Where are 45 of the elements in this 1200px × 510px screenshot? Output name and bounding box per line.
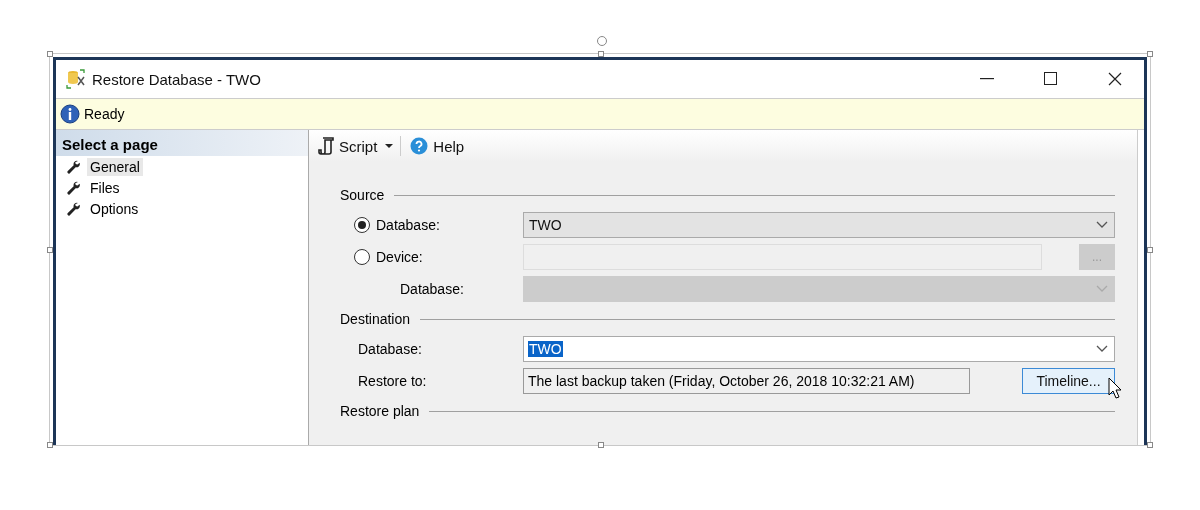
sidebar-item[interactable]: Options	[87, 199, 142, 218]
wrench-icon	[66, 159, 81, 174]
radio-button[interactable]	[354, 217, 370, 233]
resize-handle[interactable]	[47, 442, 53, 448]
rotate-handle[interactable]	[597, 36, 607, 46]
field-label: Restore to:	[358, 373, 427, 389]
minimize-icon	[980, 78, 994, 80]
window-title: Restore Database - TWO	[92, 70, 262, 88]
script-button[interactable]: Script	[315, 135, 381, 157]
database-restore-icon	[66, 69, 86, 89]
sidebar-item[interactable]: Files	[87, 178, 123, 197]
resize-handle[interactable]	[598, 51, 604, 57]
chevron-down-icon	[1096, 221, 1108, 229]
wrench-icon	[66, 201, 81, 216]
field-label: Database:	[376, 217, 440, 233]
resize-handle[interactable]	[47, 51, 53, 57]
info-icon	[60, 104, 80, 124]
section-title: Destination	[340, 311, 411, 327]
help-button[interactable]: Help	[407, 135, 468, 157]
maximize-icon	[1044, 72, 1058, 86]
status-text: Ready	[84, 106, 125, 122]
resize-handle[interactable]	[598, 442, 604, 448]
dropdown[interactable]: TWO	[523, 212, 1115, 238]
script-icon	[318, 137, 334, 155]
field-label: Database:	[400, 281, 464, 297]
radio-button[interactable]	[354, 249, 370, 265]
close-icon	[1108, 72, 1122, 86]
field-label: Database:	[358, 341, 422, 357]
field-label: Device:	[376, 249, 423, 265]
wrench-icon	[66, 180, 81, 195]
chevron-down-icon	[1096, 285, 1108, 293]
help-icon	[410, 137, 429, 155]
sidebar-item[interactable]: General	[87, 157, 143, 176]
mouse-pointer-icon	[1108, 377, 1122, 399]
resize-handle[interactable]	[1147, 51, 1153, 57]
resize-handle[interactable]	[47, 247, 53, 253]
dropdown[interactable]: TWO	[523, 336, 1115, 362]
section-title: Restore plan	[340, 403, 420, 419]
sidebar-header: Select a page	[56, 130, 308, 156]
resize-handle[interactable]	[1147, 442, 1153, 448]
section-title: Source	[340, 187, 385, 203]
resize-handle[interactable]	[1147, 247, 1153, 253]
caret-icon[interactable]	[384, 143, 395, 149]
chevron-down-icon	[1096, 345, 1108, 353]
input-field[interactable]: The last backup taken (Friday, October 26, 2018 10:32:21 AM)	[523, 368, 970, 394]
